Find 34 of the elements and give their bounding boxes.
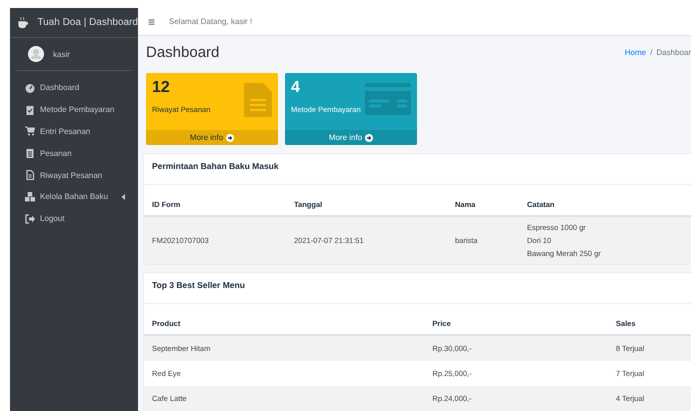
clipboard-icon (25, 148, 35, 158)
sidebar-item[interactable]: Logout (10, 208, 138, 230)
sidebar-item[interactable]: Entri Pesanan (10, 120, 138, 142)
user-name[interactable]: kasir (53, 50, 70, 58)
arrow-circle-icon (226, 134, 234, 142)
greeting-text: Selamat Datang, kasir ! (169, 17, 252, 26)
gauge-icon (25, 82, 35, 93)
boxes-icon (25, 192, 35, 202)
sidebar-item[interactable]: Pesanan (10, 142, 138, 164)
clipboard-icon (25, 104, 35, 115)
sidebar-item[interactable]: Riwayat Pesanan (10, 164, 138, 186)
menu-icon[interactable]: ≡ (148, 14, 156, 28)
document-icon (25, 170, 35, 180)
stat-value: 12 (152, 79, 171, 97)
card-title: Top 3 Best Seller Menu (144, 273, 691, 304)
more-info-link[interactable]: More info (146, 130, 278, 145)
logout-icon (25, 214, 35, 224)
breadcrumb-separator: / (650, 48, 652, 57)
breadcrumb-current: Dashboar (656, 48, 691, 57)
avatar-icon (28, 46, 44, 62)
sidebar-item[interactable]: Dashboard (10, 77, 138, 99)
more-info-link[interactable]: More info (285, 130, 417, 145)
credit-card-icon (365, 83, 411, 115)
brand-title[interactable]: Tuah Doa | Dashboard (37, 17, 138, 28)
coffee-cup-icon (17, 16, 30, 29)
breadcrumb-link[interactable]: Home (624, 48, 646, 57)
stat-value: 4 (291, 79, 301, 97)
document-icon (244, 83, 272, 117)
cart-icon (25, 126, 35, 136)
page-title: Dashboard (146, 44, 220, 61)
sidebar-item[interactable]: Metode Pembayaran (10, 98, 138, 121)
sidebar-item[interactable]: Kelola Bahan Baku (10, 186, 138, 208)
card-title: Permintaan Bahan Baku Masuk (144, 154, 691, 185)
arrow-circle-icon (365, 134, 374, 142)
